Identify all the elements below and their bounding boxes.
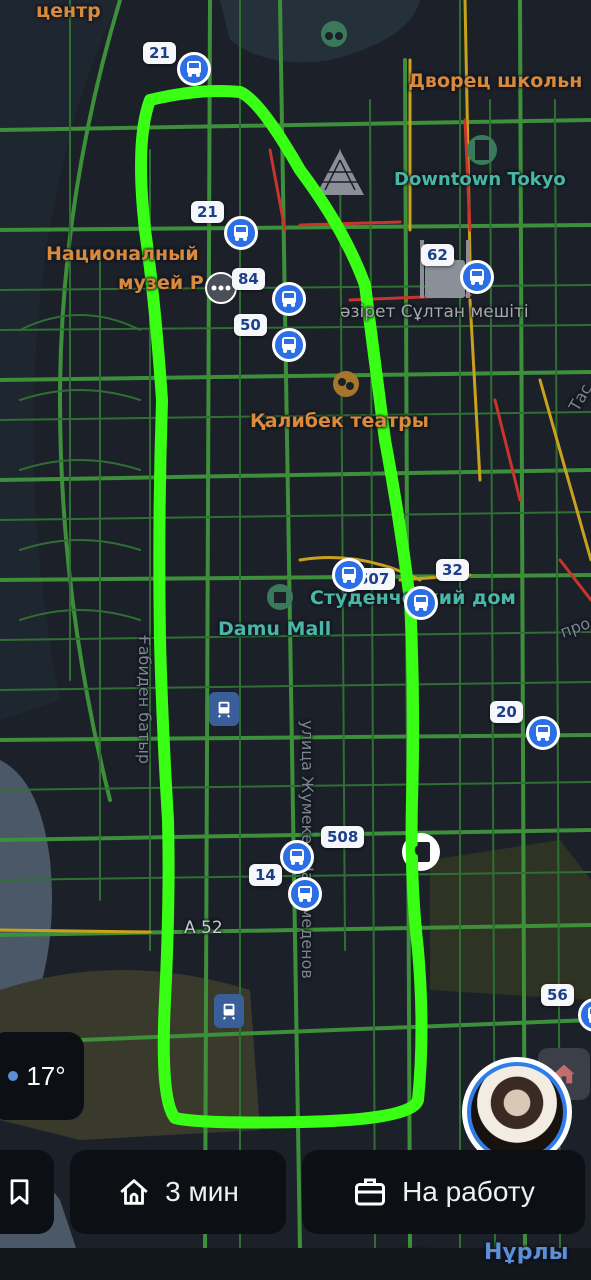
route-tag[interactable]: 32: [436, 559, 469, 581]
bus-stop-icon[interactable]: [272, 328, 306, 362]
route-tag[interactable]: 21: [143, 42, 176, 64]
route-tag[interactable]: 20: [490, 701, 523, 723]
tram-stop-icon[interactable]: [214, 994, 244, 1028]
home-icon: [120, 1179, 148, 1205]
bookmark-button[interactable]: [0, 1150, 54, 1234]
label-damu-mall: Damu Mall: [218, 618, 332, 640]
bus-stop-icon[interactable]: [526, 716, 560, 750]
bus-stop-icon[interactable]: [280, 840, 314, 874]
home-eta: 3 мин: [165, 1176, 239, 1207]
label-museum-line1: Националный: [46, 243, 199, 265]
bus-stop-icon[interactable]: [332, 558, 366, 592]
route-tag[interactable]: 84: [232, 268, 265, 290]
route-tag[interactable]: 21: [191, 201, 224, 223]
label-mosque: әзірет Сұлтан мешіті: [340, 302, 529, 322]
label-nurly: Нұрлы: [484, 1240, 569, 1265]
label-palace: Дворец школьн: [408, 70, 583, 92]
bus-stop-icon[interactable]: [272, 282, 306, 316]
bus-stop-icon[interactable]: [177, 52, 211, 86]
route-tag[interactable]: 14: [249, 864, 282, 886]
label-road-a52: A 52: [184, 918, 223, 938]
label-sign-g: G: [414, 841, 428, 860]
route-tag[interactable]: 508: [321, 826, 365, 848]
label-street-left: Ғабиден батыр: [135, 634, 155, 765]
home-route-button[interactable]: 3 мин: [70, 1150, 286, 1234]
bus-stop-icon[interactable]: [224, 216, 258, 250]
work-label: На работу: [402, 1176, 535, 1207]
tram-stop-icon[interactable]: [209, 692, 239, 726]
bus-stop-icon[interactable]: [288, 877, 322, 911]
work-route-button[interactable]: На работу: [302, 1150, 585, 1234]
building-icon: [467, 135, 497, 165]
theatre-icon: [333, 371, 359, 397]
route-tag[interactable]: 62: [421, 244, 454, 266]
label-theatre: Қалибек театры: [250, 410, 429, 432]
binoculars-icon: [321, 21, 347, 47]
label-museum-line2: музей Р: [118, 272, 204, 294]
label-center: центр: [36, 0, 101, 22]
route-tag[interactable]: 50: [234, 314, 267, 336]
label-downtown: Downtown Tokyo: [394, 169, 566, 190]
shopping-icon: [267, 584, 293, 610]
bus-stop-icon[interactable]: [404, 586, 438, 620]
bus-stop-icon[interactable]: [460, 260, 494, 294]
weather-widget[interactable]: 17°: [0, 1032, 84, 1120]
route-tag[interactable]: 56: [541, 984, 574, 1006]
bookmark-icon: [10, 1179, 29, 1205]
weather-icon: [8, 1071, 19, 1081]
briefcase-icon: [355, 1178, 386, 1206]
temperature: 17°: [26, 1060, 66, 1091]
